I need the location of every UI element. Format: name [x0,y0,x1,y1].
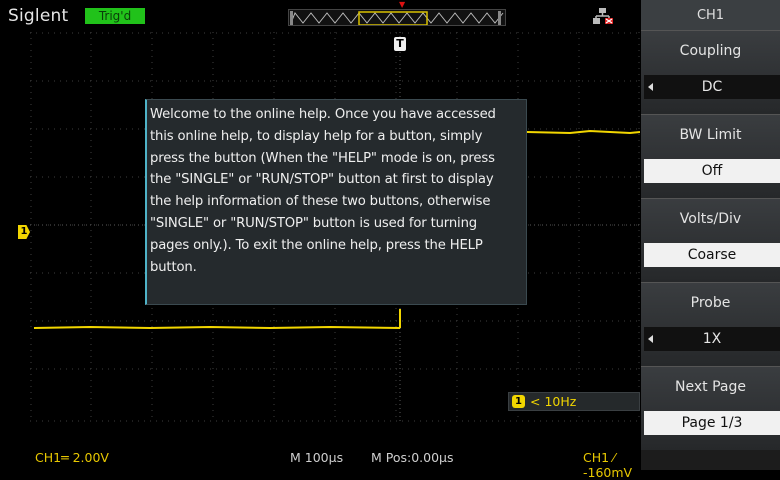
ch1-menu: CH1 Coupling DC BW Limit Off Volts/Div C… [641,0,780,470]
help-line: Welcome to the online help. Once you hav… [150,107,496,122]
bw-limit-label: BW Limit [679,127,742,143]
memory-depth-bar [288,9,506,26]
lan-disconnected-icon [593,8,613,24]
frequency-readout: 1 < 10Hz [508,392,640,411]
probe-label: Probe [690,295,731,311]
probe-menu-button[interactable]: Probe 1X [641,282,780,366]
ch1-scale: CH1═ 2.00V [35,450,109,465]
page-indicator: Page 1/3 [644,411,780,435]
help-line: the help information of these two button… [150,194,491,210]
coupling-label: Coupling [679,43,742,59]
trigger-time-marker: T [394,37,406,51]
volts-div-value: Coarse [644,243,780,267]
bw-limit-value: Off [644,159,780,183]
probe-value-text: 1X [702,331,722,347]
brand-label: Siglent [8,6,69,26]
left-arrow-icon [648,83,653,91]
help-line: button. [150,259,197,275]
bw-limit-menu-button[interactable]: BW Limit Off [641,114,780,198]
coupling-menu-button[interactable]: Coupling DC [641,30,780,114]
help-line: this online help, to display help for a … [150,128,483,144]
volts-div-menu-button[interactable]: Volts/Div Coarse [641,198,780,282]
trigger-setting: CH1 ⁄ -160mV [583,450,633,480]
coupling-value-text: DC [701,79,723,95]
trigger-status-badge: Trig'd [85,8,145,24]
next-page-label: Next Page [675,379,746,395]
left-arrow-icon [648,335,653,343]
help-text: Welcome to the online help. Once you hav… [150,104,520,278]
next-page-menu-button[interactable]: Next Page Page 1/3 [641,366,780,450]
probe-value: 1X [644,327,780,351]
horizontal-position: M Pos:0.00μs [371,450,454,465]
bottom-status-bar: CH1═ 2.00V M 100μs M Pos:0.00μs CH1 ⁄ -1… [0,426,640,480]
help-dialog: Welcome to the online help. Once you hav… [145,99,527,305]
help-line: pages only.). To exit the online help, p… [150,237,483,253]
ch1-icon: 1 [512,395,525,408]
frequency-value: < 10Hz [530,394,577,409]
timebase: M 100μs [290,450,344,465]
volts-div-label: Volts/Div [679,211,742,227]
top-status-bar: Siglent Trig'd ▼ [0,0,640,30]
menu-title: CH1 [641,0,780,30]
trigger-position-marker: ▼ [399,0,406,9]
help-line: "SINGLE" or "RUN/STOP" button is used fo… [150,215,477,231]
help-line: the "SINGLE" or "RUN/STOP" button at fir… [150,172,494,188]
ch1-level-marker: 1 [18,225,30,239]
coupling-value: DC [644,75,780,99]
help-line: press the button (When the "HELP" mode i… [150,150,495,166]
